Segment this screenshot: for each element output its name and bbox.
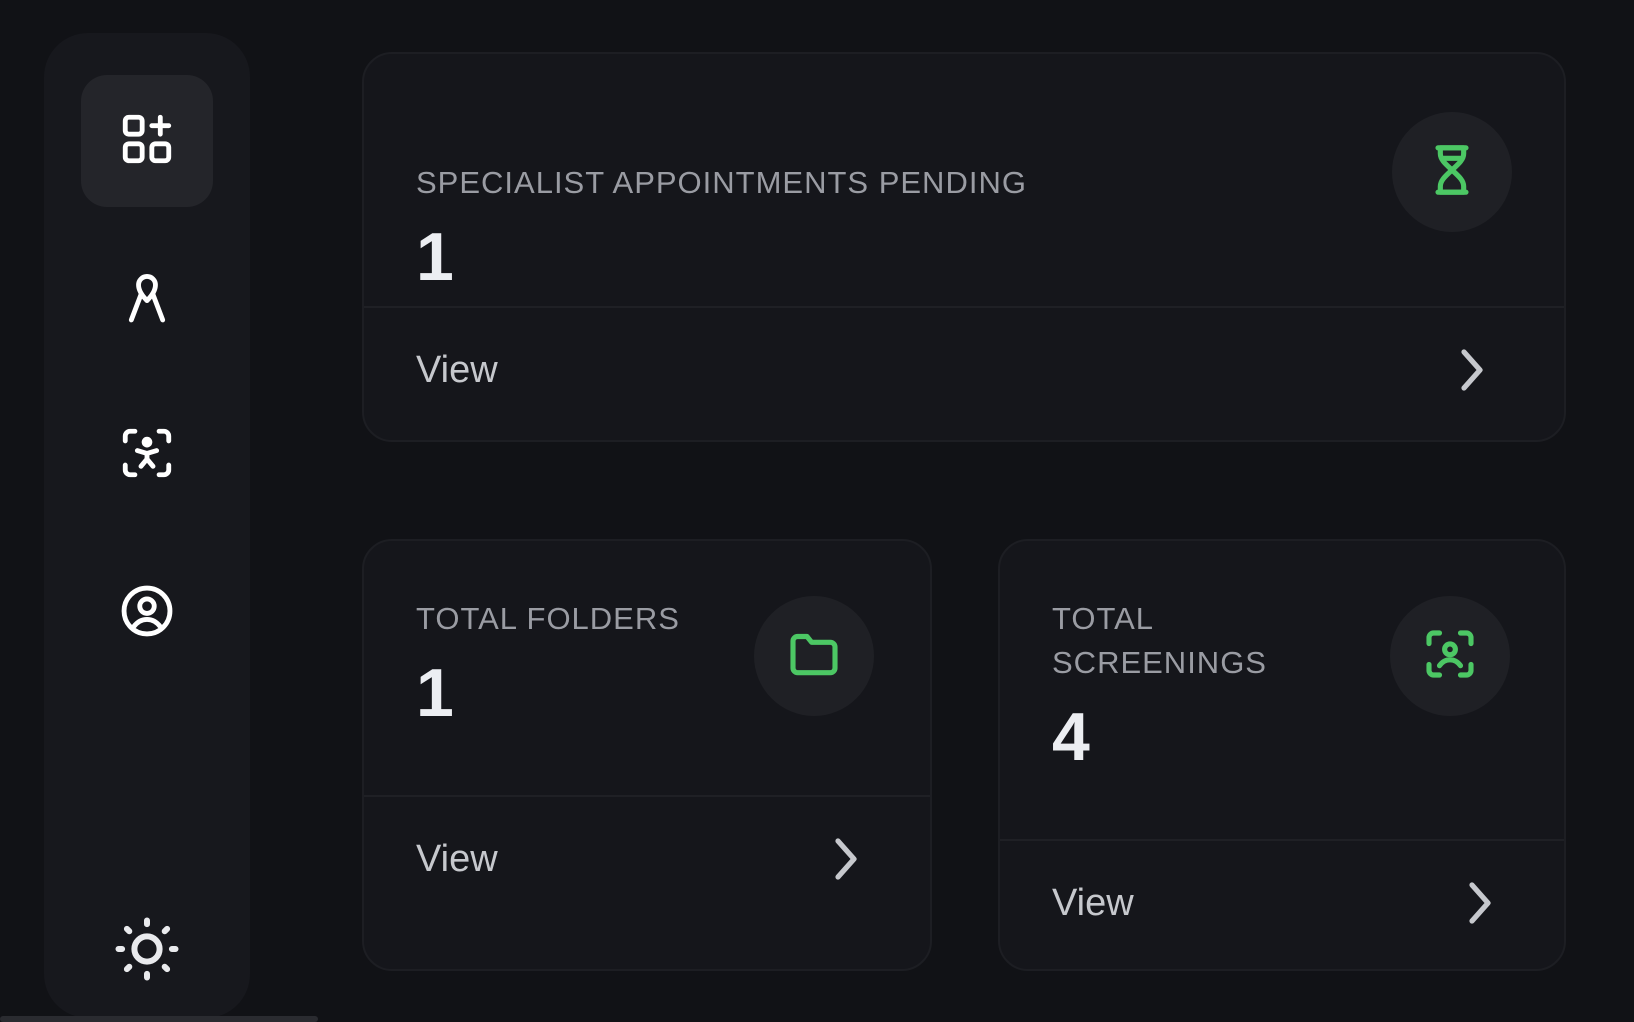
- view-label: View: [416, 349, 498, 391]
- card-value: 1: [416, 655, 454, 731]
- folder-icon: [786, 626, 842, 687]
- sun-icon: [111, 913, 183, 990]
- view-label: View: [416, 838, 498, 880]
- icon-badge: [754, 596, 874, 716]
- card-value: 1: [416, 219, 454, 295]
- hourglass-icon: [1424, 142, 1480, 203]
- card-title-line-1: TOTAL: [1052, 601, 1155, 636]
- nav-item-profile[interactable]: [81, 547, 213, 679]
- chevron-right-icon: [826, 833, 866, 885]
- card-value: 4: [1052, 699, 1090, 775]
- icon-badge: [1392, 112, 1512, 232]
- card-header: TOTAL FOLDERS 1: [364, 541, 930, 795]
- user-circle-icon: [118, 582, 176, 645]
- card-title-line-2: SCREENINGS: [1052, 645, 1267, 680]
- screenings-card: TOTAL SCREENINGS 4 View: [998, 539, 1566, 971]
- ribbon-icon: [118, 268, 176, 331]
- face-scan-icon: [1422, 626, 1478, 687]
- folders-view-button[interactable]: View: [364, 793, 930, 969]
- appointments-view-button[interactable]: View: [364, 304, 1564, 440]
- horizontal-scrollbar[interactable]: [0, 1016, 318, 1022]
- sidebar: [44, 33, 250, 1018]
- card-title: TOTAL FOLDERS: [416, 601, 680, 636]
- view-label: View: [1052, 882, 1134, 924]
- screenings-view-button[interactable]: View: [1000, 837, 1564, 969]
- appointments-card: SPECIALIST APPOINTMENTS PENDING 1 View: [362, 52, 1566, 442]
- icon-badge: [1390, 596, 1510, 716]
- theme-toggle-button[interactable]: [81, 885, 213, 1017]
- nav-item-dashboard[interactable]: [81, 75, 213, 207]
- scan-person-icon: [118, 424, 176, 487]
- grid-plus-icon: [118, 110, 176, 173]
- chevron-right-icon: [1452, 344, 1492, 396]
- nav-item-screening[interactable]: [81, 389, 213, 521]
- folders-card: TOTAL FOLDERS 1 View: [362, 539, 932, 971]
- nav-item-ribbon[interactable]: [81, 233, 213, 365]
- card-header: SPECIALIST APPOINTMENTS PENDING 1: [364, 54, 1564, 306]
- chevron-right-icon: [1460, 877, 1500, 929]
- card-title: SPECIALIST APPOINTMENTS PENDING: [416, 165, 1027, 200]
- card-header: TOTAL SCREENINGS 4: [1000, 541, 1564, 839]
- app-root: SPECIALIST APPOINTMENTS PENDING 1 View T…: [0, 0, 1634, 1022]
